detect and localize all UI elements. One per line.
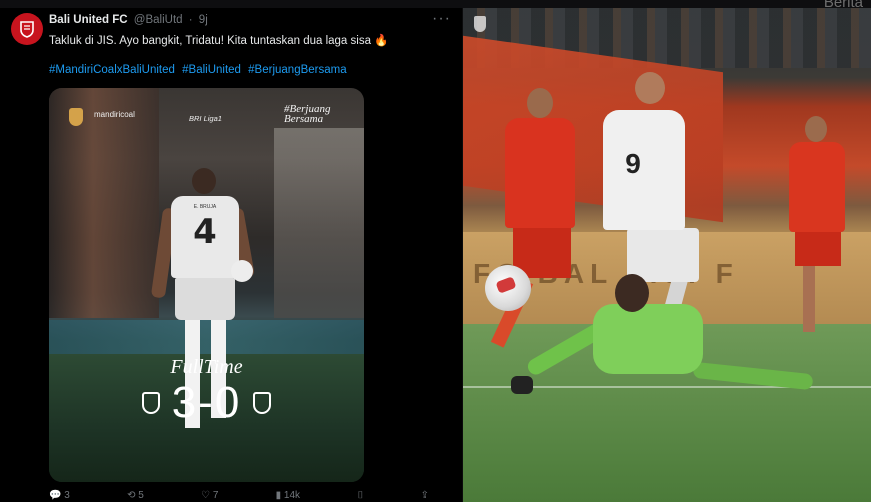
views-button[interactable]: ▮ 14k bbox=[276, 490, 300, 501]
home-crest-icon bbox=[141, 392, 160, 414]
tweet-header: Bali United FC @BaliUtd · 9j bbox=[49, 14, 208, 26]
player-head bbox=[615, 274, 649, 312]
stadium-stand bbox=[49, 88, 159, 318]
ball-icon bbox=[485, 265, 531, 311]
player-shirt: E. BRUJA 4 bbox=[171, 196, 239, 278]
player-number: 9 bbox=[625, 148, 641, 179]
player-shorts bbox=[627, 228, 699, 282]
goalkeeper-figure bbox=[503, 274, 843, 410]
goalkeeper-jersey bbox=[593, 304, 703, 374]
avatar[interactable] bbox=[11, 13, 43, 45]
player-head bbox=[635, 72, 665, 104]
top-strip bbox=[0, 0, 871, 8]
image-hashtag: #Berjuang Bersama bbox=[284, 103, 331, 125]
hashtag-link[interactable]: #MandiriCoalxBaliUnited bbox=[49, 64, 175, 76]
player-head bbox=[192, 168, 216, 194]
sponsor-label: mandiricoal bbox=[94, 110, 135, 119]
player-shorts bbox=[175, 278, 235, 320]
player-shirt: 9 bbox=[603, 110, 685, 230]
tweet-card[interactable]: Bali United FC @BaliUtd · 9j ··· Takluk … bbox=[0, 8, 462, 502]
player-number: 4 bbox=[193, 212, 217, 252]
reply-count: 3 bbox=[64, 490, 70, 501]
tweet-hashtags: #MandiriCoalxBaliUnited #BaliUnited #Ber… bbox=[49, 64, 351, 76]
retweet-count: 5 bbox=[138, 490, 144, 501]
reply-button[interactable]: 💬 3 bbox=[49, 490, 70, 501]
player-leg bbox=[692, 361, 814, 391]
meta-separator: · bbox=[188, 14, 193, 26]
author-handle[interactable]: @BaliUtd bbox=[134, 14, 183, 26]
player-name: E. BRUJA bbox=[193, 204, 217, 210]
hashtag-link[interactable]: #BaliUnited bbox=[182, 64, 241, 76]
ball-icon bbox=[231, 260, 253, 282]
tweet-media-image[interactable]: mandiricoal BRI Liga1 #Berjuang Bersama … bbox=[49, 88, 364, 482]
more-options-icon[interactable]: ··· bbox=[432, 10, 451, 28]
views-count: 14k bbox=[283, 490, 301, 501]
score-row: 3-0 bbox=[49, 378, 364, 428]
player-head bbox=[805, 116, 827, 142]
away-crest-icon bbox=[253, 392, 272, 414]
retweet-button[interactable]: ⟲ 5 bbox=[127, 490, 144, 501]
club-crest-icon bbox=[20, 21, 34, 38]
match-photo: FO BAL FISI F 9 bbox=[463, 8, 871, 502]
club-logo-icon bbox=[474, 16, 486, 32]
tweet-actions: 💬 3 ⟲ 5 ♡ 7 ▮ 14k ⌷ ⇪ bbox=[49, 490, 429, 501]
fulltime-label: FullTime bbox=[170, 356, 243, 378]
final-score: 3-0 bbox=[171, 378, 242, 427]
tweet-text: Takluk di JIS. Ayo bangkit, Tridatu! Kit… bbox=[49, 35, 389, 47]
tweet-time[interactable]: 9j bbox=[199, 14, 208, 26]
author-name[interactable]: Bali United FC bbox=[49, 14, 128, 26]
player-head bbox=[527, 88, 553, 118]
glove-icon bbox=[511, 376, 533, 394]
player-shirt bbox=[505, 118, 575, 228]
like-count: 7 bbox=[212, 490, 219, 501]
bookmark-button[interactable]: ⌷ bbox=[357, 490, 363, 501]
club-logo-icon bbox=[69, 108, 83, 126]
hashtag-link[interactable]: #BerjuangBersama bbox=[248, 64, 346, 76]
league-label: BRI Liga1 bbox=[189, 114, 222, 123]
stadium-stand bbox=[274, 128, 364, 318]
player-shirt bbox=[789, 142, 845, 232]
like-button[interactable]: ♡ 7 bbox=[201, 490, 218, 501]
share-button[interactable]: ⇪ bbox=[421, 490, 429, 501]
player-shorts bbox=[795, 232, 841, 266]
